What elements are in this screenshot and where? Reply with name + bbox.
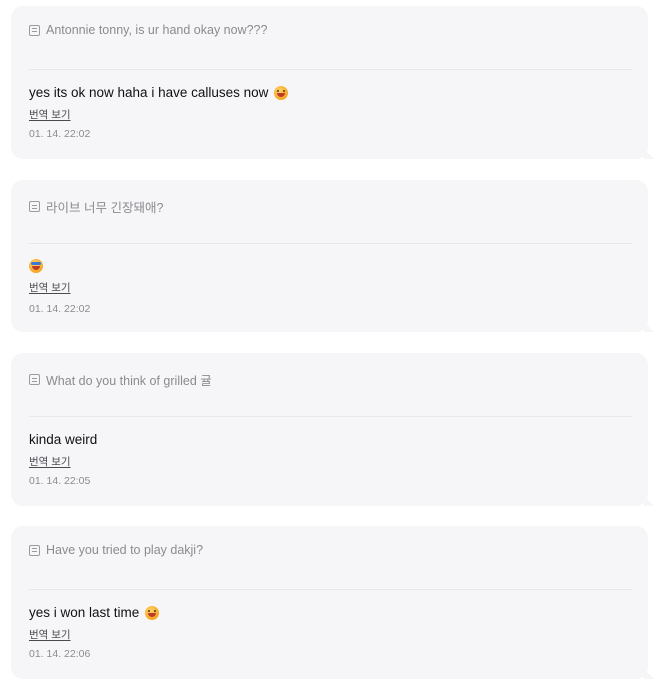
smiling-face-with-sunglasses-emoji-icon — [29, 259, 43, 273]
timestamp: 01. 14. 22:05 — [29, 475, 91, 487]
face-savoring-food-emoji-icon — [274, 85, 289, 100]
answer-row — [29, 259, 43, 273]
grinning-face-emoji-icon — [145, 605, 160, 620]
timestamp: 01. 14. 22:06 — [29, 648, 91, 660]
question-icon — [29, 24, 40, 36]
qa-card: 라이브 너무 긴장돼애? 번역 보기 01. 14. 22:02 — [11, 180, 654, 332]
question-text: Have you tried to play dakji? — [46, 543, 204, 557]
question-row: What do you think of grilled 귤 — [29, 370, 630, 389]
qa-card: Have you tried to play dakji? yes i won … — [11, 526, 654, 679]
translate-link[interactable]: 번역 보기 — [29, 454, 71, 469]
answer-row: kinda weird — [29, 432, 97, 447]
question-text: Antonnie tonny, is ur hand okay now??? — [46, 23, 268, 37]
question-row: 라이브 너무 긴장돼애? — [29, 197, 630, 216]
answer-row: yes its ok now haha i have calluses now — [29, 85, 289, 100]
question-row: Antonnie tonny, is ur hand okay now??? — [29, 23, 630, 37]
bubble-tail — [644, 669, 654, 679]
answer-text: yes i won last time — [29, 605, 140, 620]
timestamp: 01. 14. 22:02 — [29, 128, 91, 140]
qa-card: Antonnie tonny, is ur hand okay now??? y… — [11, 6, 654, 159]
question-text: What do you think of grilled 귤 — [46, 374, 212, 388]
question-text: 라이브 너무 긴장돼애? — [46, 201, 164, 215]
translate-link[interactable]: 번역 보기 — [29, 107, 71, 122]
question-icon — [29, 374, 40, 385]
bubble-tail — [644, 149, 654, 159]
bubble-tail — [644, 496, 654, 506]
translate-link[interactable]: 번역 보기 — [29, 627, 71, 642]
translate-link[interactable]: 번역 보기 — [29, 280, 71, 295]
answer-row: yes i won last time — [29, 605, 160, 620]
answer-text: kinda weird — [29, 432, 98, 447]
question-icon — [29, 544, 40, 556]
divider — [29, 69, 632, 70]
divider — [29, 589, 632, 590]
question-icon — [29, 201, 40, 212]
question-row: Have you tried to play dakji? — [29, 543, 630, 557]
timestamp: 01. 14. 22:02 — [29, 303, 91, 315]
bubble-tail — [644, 322, 654, 332]
qa-card: What do you think of grilled 귤 kinda wei… — [11, 353, 654, 506]
answer-text: yes its ok now haha i have calluses now — [29, 85, 269, 100]
divider — [29, 243, 632, 244]
divider — [29, 416, 632, 417]
